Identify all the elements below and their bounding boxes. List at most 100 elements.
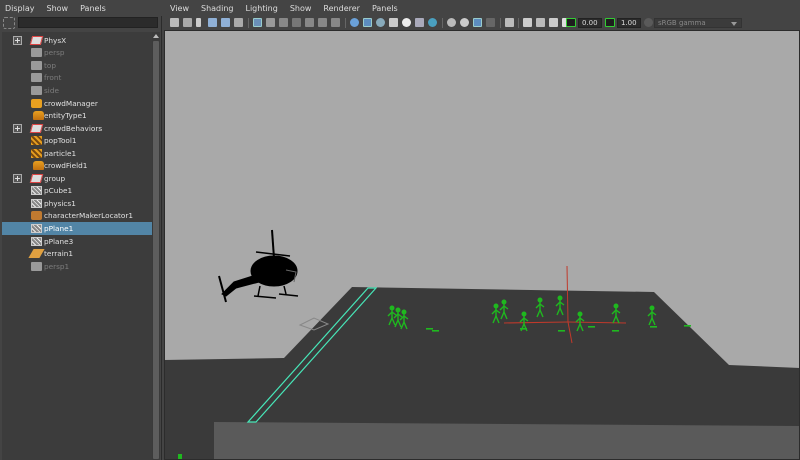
grid-icon[interactable] [253, 18, 262, 27]
field-chart-icon[interactable] [305, 18, 314, 27]
shadows-icon[interactable] [415, 18, 424, 27]
transform-icon [29, 174, 44, 184]
outliner-item-popTool1[interactable]: popTool1 [2, 134, 152, 147]
outliner-item-PhysX[interactable]: PhysX [2, 34, 152, 47]
color-management-icon[interactable] [644, 18, 653, 27]
outliner-item-persp[interactable]: persp [2, 47, 152, 60]
outliner-item-crowdBehaviors[interactable]: crowdBehaviors [2, 122, 152, 135]
outliner-item-label: persp [44, 48, 65, 58]
depth-of-field-icon[interactable] [473, 18, 482, 27]
outliner-item-label: physics1 [44, 198, 76, 208]
toolbar-separator [345, 18, 346, 28]
outliner-item-physics1[interactable]: physics1 [2, 197, 152, 210]
xray-joints-icon[interactable] [523, 18, 532, 27]
outliner-item-label: crowdBehaviors [44, 123, 103, 133]
gate-mask-icon[interactable] [292, 18, 301, 27]
outliner-item-side[interactable]: side [2, 84, 152, 97]
agent-shadow [426, 328, 433, 330]
outliner-menu-panels[interactable]: Panels [80, 4, 106, 13]
outliner-item-persp1[interactable]: persp1 [2, 260, 152, 273]
toolbar-separator [518, 18, 519, 28]
outliner-menu-display[interactable]: Display [5, 4, 35, 13]
multisample-aa-icon[interactable] [460, 18, 469, 27]
exposure-field[interactable]: 0.00 [578, 18, 602, 28]
camera-select-icon[interactable] [170, 18, 179, 27]
resolution-gate-icon[interactable] [279, 18, 288, 27]
viewport-menu-show[interactable]: Show [290, 4, 312, 13]
outliner-item-label: persp1 [44, 261, 70, 271]
scroll-up-arrow-icon[interactable] [153, 34, 159, 38]
pop-tool-icon [31, 136, 42, 146]
figure-icon [33, 161, 44, 171]
outliner-item-terrain1[interactable]: terrain1 [2, 247, 152, 260]
outliner-item-particle1[interactable]: particle1 [2, 147, 152, 160]
expand-plus-icon[interactable] [13, 173, 22, 183]
scrollbar-thumb[interactable] [153, 41, 159, 459]
viewport-menu-shading[interactable]: Shading [201, 4, 234, 13]
outliner-menu-show[interactable]: Show [47, 4, 69, 13]
outliner-item-pPlane3[interactable]: pPlane3 [2, 235, 152, 248]
bookmark-icon[interactable] [196, 18, 201, 27]
smooth-shade-icon[interactable] [363, 18, 372, 27]
motion-blur-icon[interactable] [447, 18, 456, 27]
use-all-lights-icon[interactable] [402, 18, 411, 27]
camera-attributes-icon[interactable] [183, 18, 192, 27]
outliner-item-top[interactable]: top [2, 59, 152, 72]
mesh-icon [31, 236, 42, 246]
outliner-item-label: pPlane3 [44, 236, 74, 246]
xray-icon[interactable] [505, 18, 514, 27]
viewport-menu-panels[interactable]: Panels [372, 4, 398, 13]
camera-icon [31, 85, 42, 95]
outliner-item-label: pPlane1 [44, 224, 74, 233]
isolate-select-icon[interactable] [486, 18, 495, 27]
outliner-item-crowdManager[interactable]: crowdManager [2, 97, 152, 110]
screen-space-ao-icon[interactable] [428, 18, 437, 27]
gamma-field[interactable]: 1.00 [617, 18, 641, 28]
outliner-scrollbar[interactable] [152, 32, 160, 460]
textured-icon[interactable] [389, 18, 398, 27]
two-d-pan-zoom-icon[interactable] [221, 18, 230, 27]
safe-action-icon[interactable] [318, 18, 327, 27]
xray-active-components-icon[interactable] [536, 18, 545, 27]
outliner-item-characterMakerLocator1[interactable]: characterMakerLocator1 [2, 210, 152, 223]
outliner-item-label: top [44, 60, 56, 70]
film-gate-icon[interactable] [266, 18, 275, 27]
expand-all-icon[interactable] [3, 17, 15, 29]
helicopter-model[interactable] [218, 229, 299, 303]
safe-title-icon[interactable] [331, 18, 340, 27]
viewport-menu-lighting[interactable]: Lighting [245, 4, 277, 13]
foreground-plane[interactable] [214, 422, 800, 460]
pop-tool-icon [31, 148, 42, 158]
outliner-item-pCube1[interactable]: pCube1 [2, 185, 152, 198]
outliner-search-row [0, 16, 162, 30]
exposure-toggle-icon[interactable] [566, 18, 576, 27]
viewport-toolbar: 0.00 1.00 sRGB gamma [164, 16, 800, 30]
outliner-search-input[interactable] [18, 17, 158, 28]
default-material-icon[interactable] [376, 18, 385, 27]
expand-plus-icon[interactable] [13, 35, 22, 45]
outliner-item-label: particle1 [44, 148, 77, 158]
wireframe-icon[interactable] [350, 18, 359, 27]
expand-plus-icon[interactable] [13, 123, 22, 133]
image-plane-icon[interactable] [208, 18, 217, 27]
viewport-3d-scene[interactable] [164, 30, 800, 460]
grease-pencil-icon[interactable] [234, 18, 243, 27]
view-transform-dropdown[interactable]: sRGB gamma [654, 18, 742, 28]
agent-shadow [558, 330, 565, 332]
crowd-manager-icon [31, 98, 42, 108]
outliner-item-group[interactable]: group [2, 172, 152, 185]
agent-shadow [612, 330, 619, 332]
mesh-icon [31, 186, 42, 196]
backface-culling-icon[interactable] [549, 18, 558, 27]
outliner-item-front[interactable]: front [2, 72, 152, 85]
outliner-item-label: pCube1 [44, 186, 73, 196]
viewport-menu-view[interactable]: View [170, 4, 189, 13]
outliner-item-label: side [44, 85, 59, 95]
outliner-item-crowdField1[interactable]: crowdField1 [2, 160, 152, 173]
agent-marker [178, 454, 182, 460]
viewport-menu-renderer[interactable]: Renderer [323, 4, 360, 13]
gamma-toggle-icon[interactable] [605, 18, 615, 27]
outliner-item-pPlane1[interactable]: pPlane1 [2, 222, 152, 235]
outliner-item-entityType1[interactable]: entityType1 [2, 109, 152, 122]
toolbar-separator [500, 18, 501, 28]
